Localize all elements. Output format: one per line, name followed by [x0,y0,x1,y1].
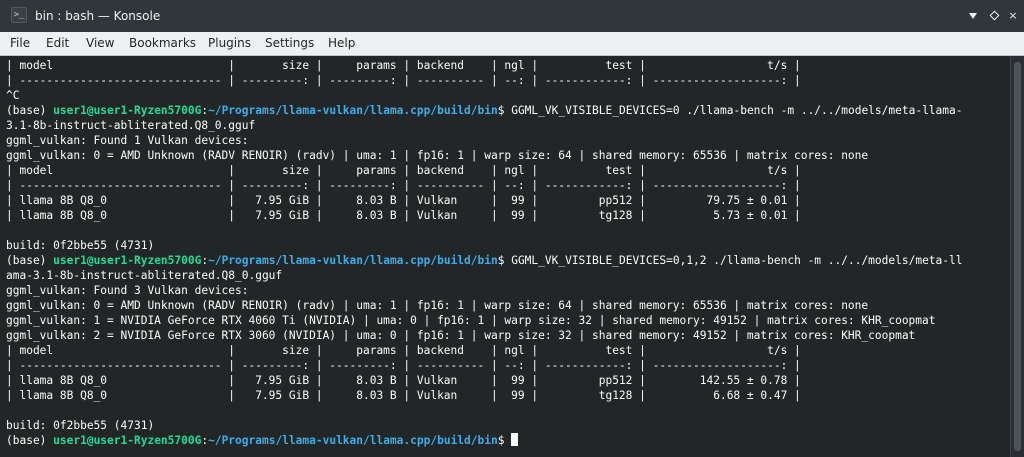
terminal-line: build: 0f2bbe55 (4731) [6,419,155,432]
prompt-line: (base) user1@user1-Ryzen5700G:~/Programs… [6,103,962,118]
terminal-line: | ------------------------------ | -----… [6,74,801,87]
menu-file[interactable]: File [10,36,30,51]
close-icon[interactable]: × [1006,9,1020,23]
terminal-line: ^C [6,89,20,102]
scrollbar[interactable] [1010,56,1024,457]
prompt-path: ~/Programs/llama-vulkan/llama.cpp/build/… [208,104,498,117]
prompt-user-host: user1@user1-Ryzen5700G [53,254,202,267]
terminal-line: | llama 8B Q8_0 | 7.95 GiB | 8.03 B | Vu… [6,389,801,402]
prompt-symbol: $ [497,434,512,447]
menu-help[interactable]: Help [328,36,355,51]
prompt-command: GGML_VK_VISIBLE_DEVICES=0,1,2 ./llama-be… [511,254,963,267]
terminal-line: ggml_vulkan: 1 = NVIDIA GeForce RTX 4060… [6,314,936,327]
menu-edit[interactable]: Edit [46,36,69,51]
title-bar: >_ bin : bash — Konsole × [0,0,1024,32]
minimize-icon[interactable] [966,9,980,23]
menu-settings[interactable]: Settings [265,36,314,51]
terminal-line: | llama 8B Q8_0 | 7.95 GiB | 8.03 B | Vu… [6,194,801,207]
terminal-line: | model | size | params | backend | ngl … [6,164,801,177]
terminal-line: | model | size | params | backend | ngl … [6,59,801,72]
terminal-line: ggml_vulkan: 2 = NVIDIA GeForce RTX 3060… [6,329,916,342]
menu-bookmarks[interactable]: Bookmarks [129,36,196,51]
terminal-output[interactable]: | model | size | params | backend | ngl … [0,56,1010,457]
menu-plugins[interactable]: Plugins [208,36,251,51]
terminal-line: ama-3.1-8b-instruct-abliterated.Q8_0.ggu… [6,269,283,282]
prompt-symbol: $ [497,104,512,117]
prompt-user-host: user1@user1-Ryzen5700G [53,434,202,447]
prompt-path: ~/Programs/llama-vulkan/llama.cpp/build/… [208,434,498,447]
prompt-env: (base) [6,104,54,117]
terminal-line: | model | size | params | backend | ngl … [6,344,801,357]
terminal-line: ggml_vulkan: Found 1 Vulkan devices: [6,134,249,147]
terminal-cursor [511,433,519,446]
terminal-line: ggml_vulkan: 0 = AMD Unknown (RADV RENOI… [6,149,869,162]
terminal-line: | llama 8B Q8_0 | 7.95 GiB | 8.03 B | Vu… [6,209,801,222]
terminal-line: | ------------------------------ | -----… [6,359,801,372]
prompt-symbol: $ [497,254,512,267]
window-title: bin : bash — Konsole [35,9,161,23]
scrollbar-thumb[interactable] [1014,62,1021,451]
prompt-line: (base) user1@user1-Ryzen5700G:~/Programs… [6,253,962,268]
prompt-user-host: user1@user1-Ryzen5700G [53,104,202,117]
menu-view[interactable]: View [86,36,114,51]
prompt-env: (base) [6,434,54,447]
terminal-line: | llama 8B Q8_0 | 7.95 GiB | 8.03 B | Vu… [6,374,801,387]
prompt-env: (base) [6,254,54,267]
terminal-line: ggml_vulkan: 0 = AMD Unknown (RADV RENOI… [6,299,869,312]
prompt-path: ~/Programs/llama-vulkan/llama.cpp/build/… [208,254,498,267]
prompt-line: (base) user1@user1-Ryzen5700G:~/Programs… [6,433,962,448]
terminal-line: | ------------------------------ | -----… [6,179,801,192]
menu-bar: File Edit View Bookmarks Plugins Setting… [0,32,1024,56]
prompt-command: GGML_VK_VISIBLE_DEVICES=0 ./llama-bench … [511,104,963,117]
terminal-line: build: 0f2bbe55 (4731) [6,239,155,252]
terminal-icon[interactable]: >_ [11,7,27,23]
terminal-line: 3.1-8b-instruct-abliterated.Q8_0.gguf [6,119,256,132]
terminal-line: ggml_vulkan: Found 3 Vulkan devices: [6,284,249,297]
maximize-icon[interactable] [988,9,1002,23]
